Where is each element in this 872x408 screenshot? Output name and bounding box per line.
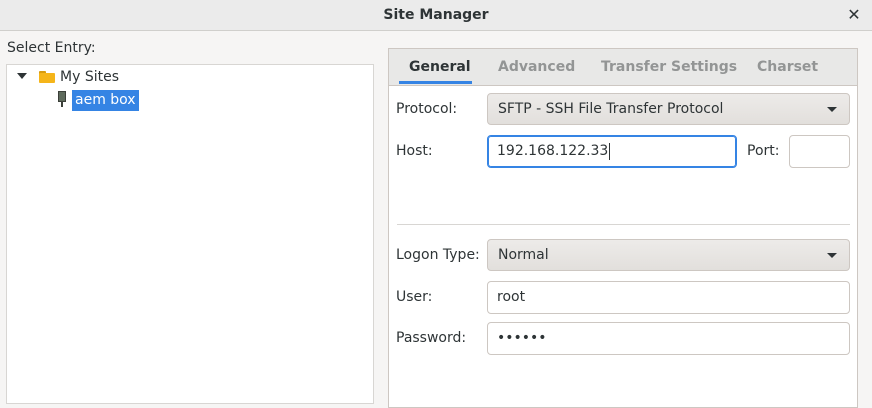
tree-item-my-sites[interactable]: My Sites — [60, 67, 119, 87]
window-title: Site Manager — [383, 7, 489, 23]
tab-advanced[interactable]: Advanced — [498, 59, 575, 75]
server-icon — [58, 91, 66, 107]
chevron-down-icon[interactable] — [17, 73, 27, 79]
password-input[interactable]: •••••• — [487, 322, 850, 355]
logon-type-label: Logon Type: — [396, 247, 480, 263]
tab-transfer-settings[interactable]: Transfer Settings — [601, 59, 737, 75]
port-input[interactable] — [789, 135, 850, 168]
user-label: User: — [396, 289, 433, 305]
host-value: 192.168.122.33 — [497, 143, 609, 159]
text-cursor — [609, 142, 611, 160]
password-value: •••••• — [497, 330, 547, 346]
close-icon[interactable]: ✕ — [842, 3, 866, 27]
port-label: Port: — [747, 143, 780, 159]
protocol-value: SFTP - SSH File Transfer Protocol — [498, 101, 724, 117]
select-entry-label: Select Entry: — [7, 40, 96, 56]
tab-bar: General Advanced Transfer Settings Chars… — [389, 49, 857, 86]
dropdown-arrow-icon — [827, 253, 837, 258]
user-input[interactable]: root — [487, 281, 850, 314]
tab-charset[interactable]: Charset — [757, 59, 818, 75]
protocol-label: Protocol: — [396, 101, 458, 117]
tree-item-aem-box[interactable]: aem box — [72, 90, 139, 111]
protocol-select[interactable]: SFTP - SSH File Transfer Protocol — [487, 93, 850, 125]
password-label: Password: — [396, 330, 467, 346]
dropdown-arrow-icon — [827, 107, 837, 112]
title-bar: Site Manager ✕ — [0, 0, 872, 31]
user-value: root — [497, 289, 526, 305]
site-settings-panel: General Advanced Transfer Settings Chars… — [388, 48, 858, 408]
host-input[interactable]: 192.168.122.33 — [487, 135, 737, 168]
site-tree[interactable] — [6, 64, 374, 404]
tab-general[interactable]: General — [409, 59, 471, 75]
active-tab-indicator — [399, 81, 472, 84]
host-label: Host: — [396, 143, 433, 159]
logon-type-select[interactable]: Normal — [487, 239, 850, 271]
folder-icon — [39, 71, 55, 83]
logon-type-value: Normal — [498, 247, 549, 263]
separator — [397, 224, 850, 225]
